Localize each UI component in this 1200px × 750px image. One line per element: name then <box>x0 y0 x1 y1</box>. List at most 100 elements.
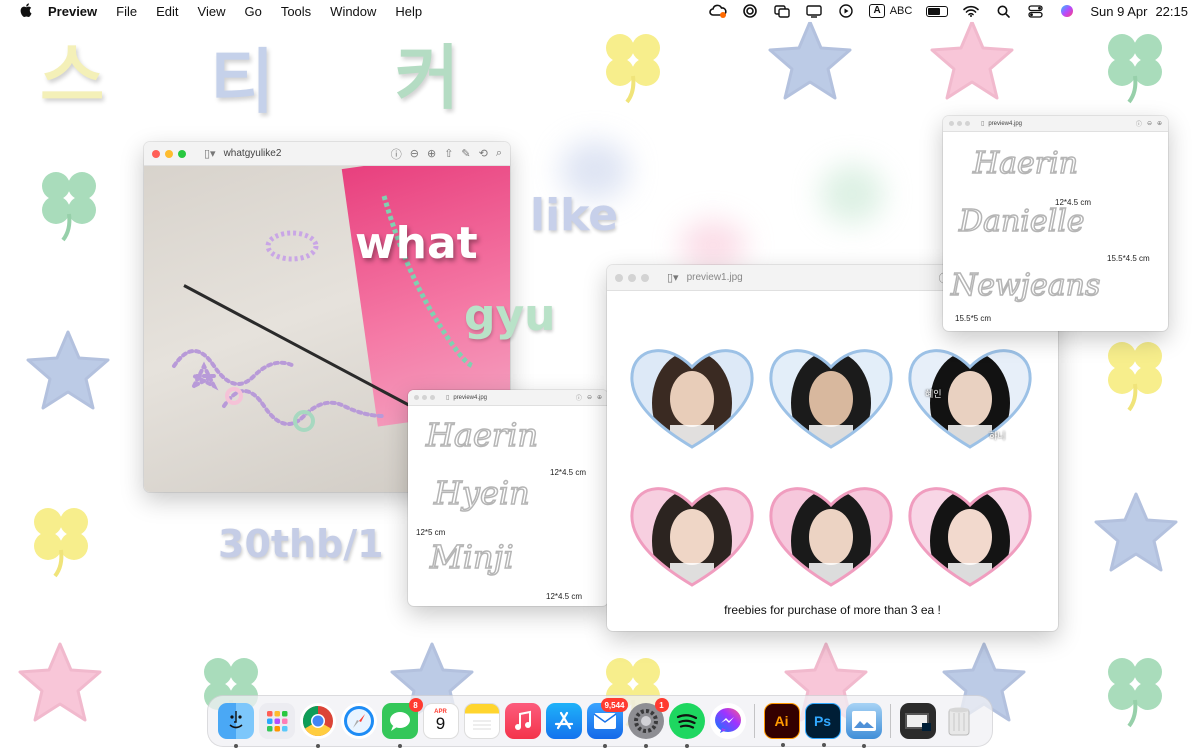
close-button[interactable] <box>615 273 623 282</box>
markup-icon[interactable]: ✎ <box>461 147 470 160</box>
dock-mail[interactable]: 9,544 <box>586 698 628 748</box>
display-icon[interactable] <box>805 4 823 18</box>
zoom-in-icon[interactable]: ⊕ <box>1157 120 1162 127</box>
play-icon[interactable] <box>837 4 855 18</box>
wifi-icon[interactable] <box>962 4 980 18</box>
zoom-in-icon[interactable]: ⊕ <box>597 394 602 401</box>
battery-icon[interactable] <box>926 5 949 17</box>
launchpad-icon <box>266 711 287 732</box>
control-center-icon[interactable] <box>1026 4 1044 18</box>
close-button[interactable] <box>414 395 419 400</box>
info-icon[interactable]: ⓘ <box>576 393 582 402</box>
wallpaper-word-like: like <box>530 190 619 241</box>
running-indicator <box>643 744 648 748</box>
minimize-button[interactable] <box>628 273 636 282</box>
dock-safari[interactable] <box>340 703 377 739</box>
zoom-in-icon[interactable]: ⊕ <box>427 147 436 160</box>
dock-app-store[interactable] <box>545 703 582 739</box>
photoshop-label: Ps <box>813 713 832 729</box>
close-button[interactable] <box>949 121 954 126</box>
window-title: preview1.jpg <box>686 272 743 283</box>
menu-go[interactable]: Go <box>244 4 261 19</box>
minimize-button[interactable] <box>957 121 962 126</box>
photo-sticker <box>172 349 386 432</box>
menu-window[interactable]: Window <box>330 4 376 19</box>
zoom-button[interactable] <box>430 395 435 400</box>
dock-calendar[interactable]: APR 9 <box>422 703 459 739</box>
preview-window-names-top[interactable]: ▯ preview4.jpg ⓘ ⊖ ⊕ Haerin Danielle New… <box>943 116 1168 331</box>
launchpad-tile <box>266 718 272 724</box>
dock-photoshop[interactable]: Ps <box>804 703 841 747</box>
app-menu-preview[interactable]: Preview <box>48 4 97 19</box>
dock-notes[interactable] <box>463 703 500 739</box>
notes-icon <box>472 720 491 730</box>
dock-finder[interactable] <box>217 703 254 748</box>
menu-tools[interactable]: Tools <box>281 4 311 19</box>
creative-cloud-icon[interactable] <box>709 4 728 18</box>
dock-messages[interactable]: 8 <box>381 698 423 748</box>
heart-photo <box>908 487 1032 587</box>
menubar-time[interactable]: 22:15 <box>1155 4 1188 19</box>
heart-photo <box>769 349 893 449</box>
target-icon[interactable] <box>741 4 759 18</box>
search-icon[interactable]: ⌕ <box>496 147 502 160</box>
siri-icon[interactable] <box>1058 4 1076 18</box>
overlay-word-what: what <box>355 218 478 269</box>
dock-preview[interactable] <box>845 703 882 748</box>
music-icon <box>514 710 531 730</box>
dock-spotify[interactable] <box>668 703 705 748</box>
windows-icon[interactable] <box>773 4 791 18</box>
dock-illustrator[interactable]: Ai <box>763 703 800 747</box>
minimize-button[interactable] <box>422 395 427 400</box>
clover-icon <box>604 32 662 104</box>
info-icon[interactable]: ⓘ <box>1136 119 1142 128</box>
clover-icon <box>1106 340 1164 412</box>
star-icon <box>1094 492 1178 572</box>
zoom-out-icon[interactable]: ⊖ <box>1147 120 1152 127</box>
rhinestone-name-newjeans: Newjeans <box>950 267 1101 304</box>
preview-content: 혜인 하니 freebies for purchase of more than… <box>607 291 1058 631</box>
menu-edit[interactable]: Edit <box>156 4 178 19</box>
running-indicator <box>821 743 826 747</box>
dock-system-settings[interactable]: 1 <box>627 698 669 748</box>
sidebar-toggle-icon[interactable]: ▯ <box>981 120 984 127</box>
sidebar-toggle-icon[interactable]: ▯▾ <box>667 271 679 284</box>
search-icon[interactable] <box>994 4 1012 18</box>
dock-downloads[interactable] <box>899 703 936 739</box>
downloads-stack-icon <box>904 713 931 731</box>
dock-music[interactable] <box>504 703 541 739</box>
menu-help[interactable]: Help <box>395 4 422 19</box>
window-titlebar[interactable]: ▯ preview4.jpg ⓘ ⊖ ⊕ <box>943 116 1168 132</box>
sidebar-toggle-icon[interactable]: ▯▾ <box>204 147 216 160</box>
dock-messenger[interactable] <box>709 703 746 739</box>
apple-menu-icon[interactable] <box>16 2 36 20</box>
clover-icon <box>1106 656 1164 728</box>
menu-view[interactable]: View <box>198 4 226 19</box>
rotate-icon[interactable]: ⟲ <box>479 147 488 160</box>
info-icon[interactable]: ⓘ <box>391 146 402 162</box>
dock-launchpad[interactable] <box>258 703 295 739</box>
dock-chrome[interactable] <box>299 703 336 748</box>
zoom-button[interactable] <box>965 121 970 126</box>
zoom-button[interactable] <box>178 149 186 158</box>
dock: 8 APR 9 9,544 1 Ai Ps <box>207 695 993 748</box>
running-indicator <box>602 744 607 748</box>
menu-file[interactable]: File <box>116 4 137 19</box>
launchpad-tile <box>274 711 280 717</box>
rhinestone-name-minji: Minji <box>429 537 514 577</box>
zoom-out-icon[interactable]: ⊖ <box>410 147 419 160</box>
dock-trash[interactable] <box>941 703 977 739</box>
share-icon[interactable]: ⇧ <box>444 147 453 160</box>
window-titlebar[interactable]: ▯ preview4.jpg ⓘ ⊖ ⊕ <box>408 390 608 406</box>
window-titlebar[interactable]: ▯▾ whatgyulike2 ⓘ ⊖ ⊕ ⇧ ✎ ⟲ ⌕ <box>144 142 510 166</box>
zoom-button[interactable] <box>641 273 649 282</box>
sidebar-toggle-icon[interactable]: ▯ <box>446 394 449 401</box>
photo-bead-bracelet <box>265 230 319 262</box>
close-button[interactable] <box>152 149 160 158</box>
running-indicator <box>315 744 320 748</box>
menubar-date[interactable]: Sun 9 Apr <box>1090 4 1147 19</box>
zoom-out-icon[interactable]: ⊖ <box>587 394 592 401</box>
preview-window-names[interactable]: ▯ preview4.jpg ⓘ ⊖ ⊕ Haerin Hyein Minji … <box>408 390 608 606</box>
input-source-indicator[interactable]: A ABC <box>869 4 912 18</box>
minimize-button[interactable] <box>165 149 173 158</box>
